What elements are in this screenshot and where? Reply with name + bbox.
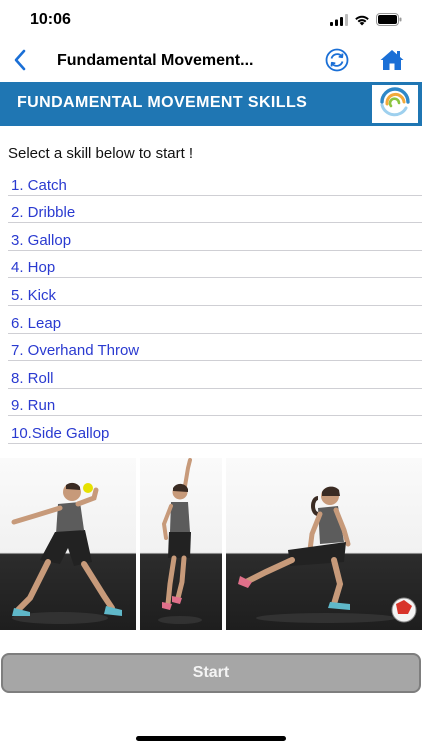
wifi-icon <box>354 13 370 31</box>
home-button[interactable] <box>378 49 406 75</box>
skill-label: 9. Run <box>11 397 56 415</box>
skill-label: 1. Catch <box>11 176 67 194</box>
skill-label: 5. Kick <box>11 286 57 304</box>
home-icon <box>379 48 405 77</box>
kick-photo <box>226 458 422 630</box>
intro-text: Select a skill below to start ! <box>8 145 194 162</box>
refresh-icon <box>325 48 349 77</box>
throw-photo <box>0 458 136 630</box>
header-banner: FUNDAMENTAL MOVEMENT SKILLS <box>0 82 422 126</box>
skill-label: 4. Hop <box>11 259 56 277</box>
banner-logo <box>372 85 418 123</box>
skill-item-gallop[interactable]: 3. Gallop <box>8 223 422 251</box>
skill-label: 7. Overhand Throw <box>11 342 140 360</box>
skill-item-run[interactable]: 9. Run <box>8 389 422 417</box>
skill-label: 10.Side Gallop <box>11 424 110 442</box>
status-time: 10:06 <box>30 11 71 28</box>
cellular-signal-icon <box>330 13 348 31</box>
swirl-logo-icon <box>375 85 415 124</box>
skill-item-overhand-throw[interactable]: 7. Overhand Throw <box>8 334 422 362</box>
skill-label: 2. Dribble <box>11 204 76 222</box>
home-indicator <box>136 736 286 741</box>
banner-title: FUNDAMENTAL MOVEMENT SKILLS <box>17 94 308 111</box>
skill-item-leap[interactable]: 6. Leap <box>8 306 422 334</box>
jump-photo <box>140 458 222 630</box>
skill-item-catch[interactable]: 1. Catch <box>8 168 422 196</box>
status-icons <box>330 13 402 31</box>
skill-label: 8. Roll <box>11 369 54 387</box>
back-button[interactable] <box>8 48 32 76</box>
skill-list: 1. Catch 2. Dribble 3. Gallop 4. Hop 5. … <box>8 168 422 444</box>
skill-item-hop[interactable]: 4. Hop <box>8 251 422 279</box>
battery-icon <box>376 13 402 31</box>
skill-item-dribble[interactable]: 2. Dribble <box>8 196 422 224</box>
page-title: Fundamental Movement... <box>57 52 254 69</box>
skill-item-side-gallop[interactable]: 10.Side Gallop <box>8 416 422 444</box>
chevron-left-icon <box>13 49 27 76</box>
skill-item-roll[interactable]: 8. Roll <box>8 361 422 389</box>
navigation-bar: Fundamental Movement... <box>0 44 422 82</box>
skill-item-kick[interactable]: 5. Kick <box>8 278 422 306</box>
photo-strip <box>0 458 422 630</box>
skill-label: 3. Gallop <box>11 231 72 249</box>
status-bar: 10:06 <box>0 0 422 44</box>
refresh-button[interactable] <box>324 48 350 77</box>
skill-label: 6. Leap <box>11 314 62 332</box>
start-button[interactable]: Start <box>1 653 421 693</box>
